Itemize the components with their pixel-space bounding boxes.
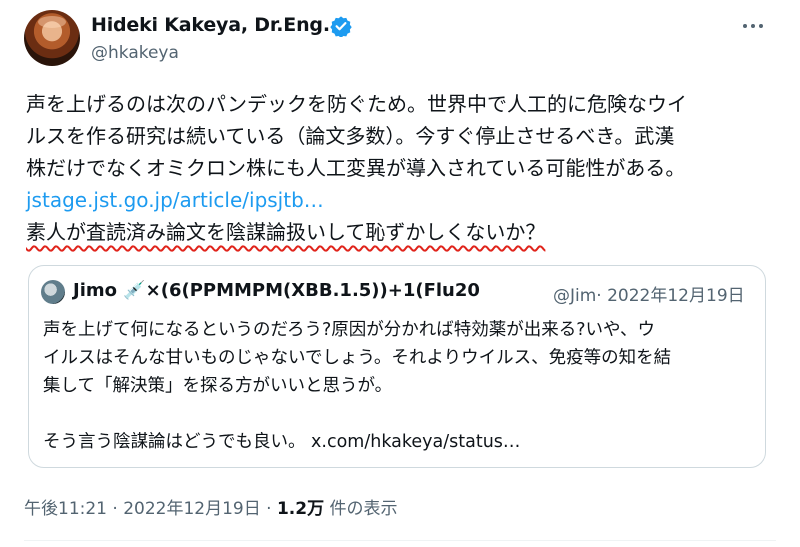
quoted-tweet-header: Jimo 💉×(6(PPMMPM(XBB.1.5))+1(Flu20 @Jim·… — [41, 280, 756, 306]
tweet-line: 株だけでなくオミクロン株にも人工変異が導入されている可能性がある。 — [26, 156, 686, 180]
more-options-icon[interactable] — [738, 14, 768, 38]
avatar-highlight — [38, 16, 66, 28]
view-label: 件の表示 — [324, 499, 398, 519]
quoted-line-blank — [43, 400, 758, 428]
divider — [24, 540, 776, 541]
quoted-author-name: Jimo 💉×(6(PPMMPM(XBB.1.5))+1(Flu20 — [73, 280, 480, 301]
author-name[interactable]: Hideki Kakeya, Dr.Eng. — [91, 14, 330, 36]
tweet-line: ルスを作る研究は続いている（論文多数）。今すぐ停止させるべき。武漢 — [26, 124, 675, 148]
tweet: Hideki Kakeya, Dr.Eng. @hkakeya 声を上げるのは次… — [0, 0, 800, 547]
quoted-line: イルスはそんな甘いものじゃないでしょう。それよりウイルス、免疫等の知を結 — [43, 348, 672, 368]
tweet-line: 声を上げるのは次のパンデックを防ぐため。世界中で人工的に危険なウイ — [26, 92, 687, 116]
verified-badge-icon — [330, 16, 352, 37]
quoted-handle-date: @Jim· 2022年12月19日 — [553, 286, 745, 306]
author-handle[interactable]: @hkakeya — [91, 43, 179, 63]
tweet-meta: 午後11:21 · 2022年12月19日 · 1.2万 件の表示 — [24, 494, 397, 519]
quoted-line: 声を上げて何になるというのだろう?原因が分かれば特効薬が出来る?いや、ウ — [43, 320, 655, 340]
quoted-tweet[interactable]: Jimo 💉×(6(PPMMPM(XBB.1.5))+1(Flu20 @Jim·… — [28, 265, 766, 468]
underlined-sentence: 素人が査読済み論文を陰謀論扱いして恥ずかしくないか？ — [26, 220, 546, 244]
view-count: 1.2万 — [276, 499, 325, 519]
quoted-line: 集して「解決策」を探る方がいいと思うが。 — [43, 376, 393, 396]
quoted-line: そう言う陰謀論はどうでも良い。 x.com/hkakeya/status… — [43, 432, 521, 452]
quoted-author-avatar — [41, 280, 65, 304]
tweet-text: 声を上げるのは次のパンデックを防ぐため。世界中で人工的に危険なウイ ルスを作る研… — [26, 88, 778, 248]
tweet-link[interactable]: jstage.jst.go.jp/article/ipsjtb… — [26, 184, 778, 216]
quoted-tweet-text: 声を上げて何になるというのだろう?原因が分かれば特効薬が出来る?いや、ウ イルス… — [43, 316, 758, 456]
tweet-timestamp[interactable]: 午後11:21 · 2022年12月19日 · — [24, 499, 277, 519]
author-avatar[interactable] — [24, 10, 80, 66]
